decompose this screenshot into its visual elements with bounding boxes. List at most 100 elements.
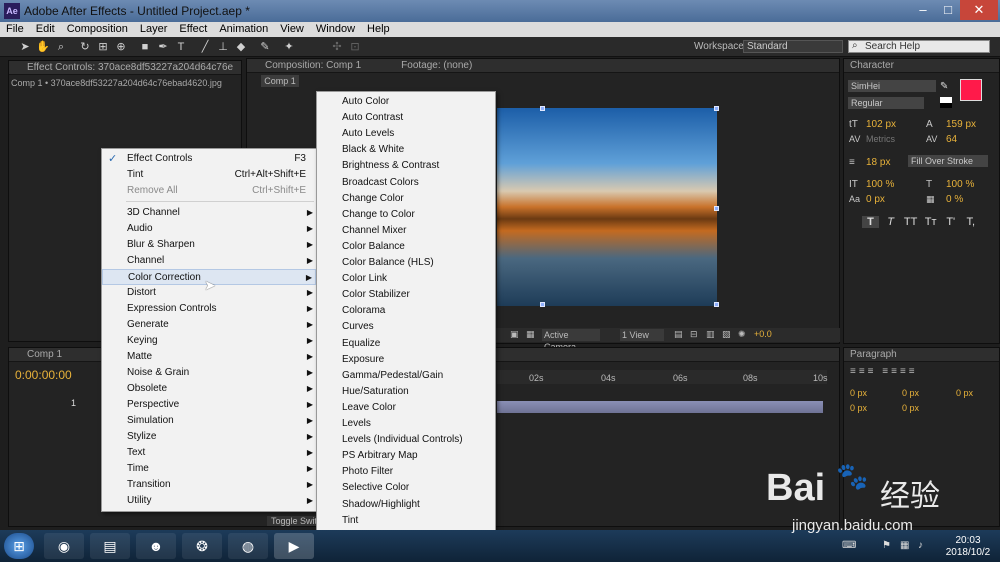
pen-tool-icon[interactable]: ✒ xyxy=(156,40,170,54)
menu-item[interactable]: Transition ▶ xyxy=(102,477,316,493)
small-caps-button[interactable]: Tт xyxy=(922,216,939,228)
submenu-item[interactable]: Shadow/Highlight xyxy=(317,497,495,513)
font-family-select[interactable]: SimHei xyxy=(848,80,936,92)
space-before-value[interactable]: 0 px xyxy=(850,403,867,413)
indent-left-value[interactable]: 0 px xyxy=(850,388,867,398)
fast-previews-icon[interactable]: ⊟ xyxy=(690,329,698,340)
indent-right-value[interactable]: 0 px xyxy=(902,388,919,398)
camera-select[interactable]: Active Camera xyxy=(542,329,600,352)
submenu-item[interactable]: Channel Mixer xyxy=(317,223,495,239)
submenu-item[interactable]: Leave Color xyxy=(317,400,495,416)
eraser-tool-icon[interactable]: ◆ xyxy=(234,40,248,54)
timecode-display[interactable]: 0:00:00:00 xyxy=(15,368,72,382)
menu-item[interactable]: Blur & Sharpen ▶ xyxy=(102,237,316,253)
indent-first-value[interactable]: 0 px xyxy=(956,388,973,398)
submenu-item[interactable]: Black & White xyxy=(317,142,495,158)
zoom-tool-icon[interactable]: ⌕ xyxy=(54,40,68,54)
menu-view[interactable]: View xyxy=(274,22,310,37)
submenu-item[interactable]: Broadcast Colors xyxy=(317,175,495,191)
font-style-select[interactable]: Regular xyxy=(848,97,924,109)
composition-preview-image[interactable] xyxy=(497,108,717,306)
menu-layer[interactable]: Layer xyxy=(134,22,174,37)
close-button[interactable]: ✕ xyxy=(960,0,998,20)
menu-window[interactable]: Window xyxy=(310,22,361,37)
submenu-item[interactable]: Photo Filter xyxy=(317,464,495,480)
workspace-select[interactable]: Standard xyxy=(743,40,843,53)
type-tool-icon[interactable]: T xyxy=(174,40,188,54)
menu-item[interactable]: Simulation ▶ xyxy=(102,413,316,429)
layer-duration-bar[interactable] xyxy=(497,401,823,413)
transform-handle[interactable] xyxy=(540,106,545,111)
submenu-item[interactable]: Levels (Individual Controls) xyxy=(317,432,495,448)
menu-item[interactable]: Time ▶ xyxy=(102,461,316,477)
black-swatch[interactable] xyxy=(940,103,952,108)
time-ruler[interactable]: 02s 04s 06s 08s 10s xyxy=(497,370,828,384)
submenu-item[interactable]: Color Balance xyxy=(317,239,495,255)
menu-file[interactable]: File xyxy=(0,22,30,37)
roto-brush-tool-icon[interactable]: ✎ xyxy=(258,40,272,54)
comp-subtab[interactable]: Comp 1 xyxy=(261,75,299,87)
menu-animation[interactable]: Animation xyxy=(213,22,274,37)
horizontal-scale-value[interactable]: 100 % xyxy=(946,179,974,190)
clone-stamp-tool-icon[interactable]: ⊥ xyxy=(216,40,230,54)
app-360-icon[interactable]: ◉ xyxy=(44,533,84,559)
tracking-value[interactable]: 64 xyxy=(946,134,957,145)
start-button-icon[interactable]: ⊞ xyxy=(4,533,34,559)
selection-tool-icon[interactable]: ➤ xyxy=(18,40,32,54)
submenu-item[interactable]: Brightness & Contrast xyxy=(317,158,495,174)
brush-tool-icon[interactable]: ╱ xyxy=(198,40,212,54)
menu-item[interactable]: Generate ▶ xyxy=(102,317,316,333)
composition-tab[interactable]: Composition: Comp 1 Footage: (none) xyxy=(247,59,839,73)
transform-handle[interactable] xyxy=(714,302,719,307)
tsume-value[interactable]: 0 % xyxy=(946,194,963,205)
toggle-pixel-aspect-icon[interactable]: ▤ xyxy=(674,329,683,340)
submenu-item[interactable]: Levels xyxy=(317,416,495,432)
submenu-item[interactable]: Gamma/Pedestal/Gain xyxy=(317,368,495,384)
menu-item[interactable]: Perspective ▶ xyxy=(102,397,316,413)
menu-item[interactable]: Keying ▶ xyxy=(102,333,316,349)
fill-color-swatch[interactable] xyxy=(960,79,982,101)
character-tab[interactable]: Character xyxy=(844,59,999,73)
firefox-icon[interactable]: ◍ xyxy=(228,533,268,559)
faux-italic-button[interactable]: T xyxy=(882,216,899,228)
hand-tool-icon[interactable]: ✋ xyxy=(36,40,50,54)
submenu-item[interactable]: Selective Color xyxy=(317,480,495,496)
media-player-icon[interactable]: ❂ xyxy=(182,533,222,559)
menu-item[interactable]: Obsolete ▶ xyxy=(102,381,316,397)
submenu-item[interactable]: PS Arbitrary Map xyxy=(317,448,495,464)
menu-help[interactable]: Help xyxy=(361,22,396,37)
exposure-value[interactable]: +0.0 xyxy=(754,329,772,339)
exposure-icon[interactable]: ✺ xyxy=(738,329,746,340)
submenu-item[interactable]: Tint xyxy=(317,513,495,529)
submenu-item[interactable]: Color Balance (HLS) xyxy=(317,255,495,271)
baseline-shift-value[interactable]: 0 px xyxy=(866,194,885,205)
submenu-item[interactable]: Hue/Saturation xyxy=(317,384,495,400)
menu-effect[interactable]: Effect xyxy=(173,22,213,37)
submenu-item[interactable]: Change to Color xyxy=(317,207,495,223)
subscript-button[interactable]: T, xyxy=(962,216,979,228)
effect-controls-tab[interactable]: Effect Controls: 370ace8df53227a204d64c7… xyxy=(9,61,241,75)
leading-value[interactable]: 159 px xyxy=(946,119,976,130)
qq-icon[interactable]: ☻ xyxy=(136,533,176,559)
world-axis-icon[interactable]: ⊡ xyxy=(348,40,362,54)
minimize-button[interactable]: – xyxy=(910,0,936,20)
superscript-button[interactable]: T' xyxy=(942,216,959,228)
timeline-icon[interactable]: ▥ xyxy=(706,329,715,340)
menu-item[interactable]: Expression Controls ▶ xyxy=(102,301,316,317)
kerning-value[interactable]: Metrics xyxy=(866,134,895,144)
search-help-input[interactable]: ⌕ Search Help xyxy=(848,40,990,53)
submenu-item[interactable]: Auto Color xyxy=(317,94,495,110)
pan-behind-tool-icon[interactable]: ⊕ xyxy=(114,40,128,54)
submenu-item[interactable]: Equalize xyxy=(317,336,495,352)
menu-item[interactable]: 3D Channel ▶ xyxy=(102,205,316,221)
submenu-item[interactable]: Auto Contrast xyxy=(317,110,495,126)
file-explorer-icon[interactable]: ▤ xyxy=(90,533,130,559)
menu-edit[interactable]: Edit xyxy=(30,22,61,37)
submenu-item[interactable]: Colorama xyxy=(317,303,495,319)
font-size-value[interactable]: 102 px xyxy=(866,119,896,130)
view-layout-select[interactable]: 1 View xyxy=(620,329,664,341)
menu-item[interactable]: Tint Ctrl+Alt+Shift+E xyxy=(102,167,316,183)
stroke-type-select[interactable]: Fill Over Stroke xyxy=(908,155,988,167)
faux-bold-button[interactable]: T xyxy=(862,216,879,228)
submenu-item[interactable]: Change Color xyxy=(317,191,495,207)
